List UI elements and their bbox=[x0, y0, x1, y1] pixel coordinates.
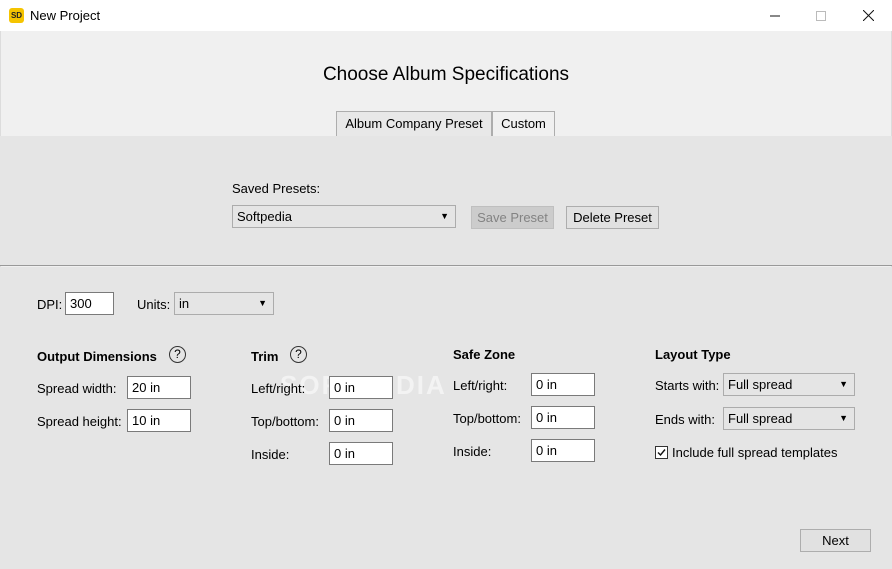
trim-left-right-label: Left/right: bbox=[251, 381, 306, 396]
safe-top-bottom-input[interactable]: 0 in bbox=[531, 406, 595, 429]
maximize-button[interactable] bbox=[798, 0, 844, 31]
save-preset-button[interactable]: Save Preset bbox=[471, 206, 554, 229]
close-button[interactable] bbox=[845, 0, 891, 31]
include-templates-checkbox[interactable] bbox=[655, 446, 668, 459]
tab-album-company-preset[interactable]: Album Company Preset bbox=[336, 111, 492, 136]
preset-panel bbox=[0, 136, 892, 266]
next-button[interactable]: Next bbox=[800, 529, 871, 552]
starts-with-label: Starts with: bbox=[655, 378, 720, 393]
trim-left-right-input[interactable]: 0 in bbox=[329, 376, 393, 399]
output-dimensions-title: Output Dimensions bbox=[37, 349, 157, 364]
tab-custom[interactable]: Custom bbox=[492, 111, 555, 136]
ends-with-value: Full spread bbox=[728, 411, 793, 426]
output-help-icon[interactable]: ? bbox=[169, 346, 186, 363]
saved-presets-dropdown[interactable]: Softpedia ▼ bbox=[232, 205, 456, 228]
safe-top-bottom-label: Top/bottom: bbox=[453, 411, 521, 426]
spread-width-label: Spread width: bbox=[37, 381, 117, 396]
minimize-button[interactable] bbox=[752, 0, 798, 31]
starts-with-value: Full spread bbox=[728, 377, 793, 392]
safe-left-right-input[interactable]: 0 in bbox=[531, 373, 595, 396]
safe-zone-title: Safe Zone bbox=[453, 347, 516, 362]
spread-height-input[interactable]: 10 in bbox=[127, 409, 191, 432]
units-value: in bbox=[179, 296, 190, 311]
ends-with-dropdown[interactable]: Full spread ▼ bbox=[723, 407, 855, 430]
dpi-label: DPI: bbox=[37, 297, 63, 312]
chevron-down-icon: ▼ bbox=[839, 379, 848, 389]
chevron-down-icon: ▼ bbox=[839, 413, 848, 423]
window-title: New Project bbox=[30, 8, 101, 23]
safe-left-right-label: Left/right: bbox=[453, 378, 508, 393]
starts-with-dropdown[interactable]: Full spread ▼ bbox=[723, 373, 855, 396]
safe-inside-label: Inside: bbox=[453, 444, 492, 459]
safe-inside-input[interactable]: 0 in bbox=[531, 439, 595, 462]
trim-top-bottom-input[interactable]: 0 in bbox=[329, 409, 393, 432]
dpi-input[interactable]: 300 bbox=[65, 292, 114, 315]
checkmark-icon bbox=[657, 449, 666, 457]
trim-title: Trim bbox=[251, 349, 279, 364]
minimize-icon bbox=[770, 15, 780, 16]
chevron-down-icon: ▼ bbox=[258, 298, 267, 308]
layout-type-title: Layout Type bbox=[655, 347, 731, 362]
chevron-down-icon: ▼ bbox=[440, 211, 449, 221]
include-templates-label[interactable]: Include full spread templates bbox=[672, 445, 837, 460]
units-label: Units: bbox=[137, 297, 171, 312]
trim-inside-label: Inside: bbox=[251, 447, 290, 462]
trim-inside-input[interactable]: 0 in bbox=[329, 442, 393, 465]
spread-height-label: Spread height: bbox=[37, 414, 122, 429]
trim-help-icon[interactable]: ? bbox=[290, 346, 307, 363]
units-dropdown[interactable]: in ▼ bbox=[174, 292, 274, 315]
saved-presets-value: Softpedia bbox=[237, 209, 292, 224]
saved-presets-label: Saved Presets: bbox=[232, 181, 321, 196]
spread-width-input[interactable]: 20 in bbox=[127, 376, 191, 399]
trim-top-bottom-label: Top/bottom: bbox=[251, 414, 319, 429]
app-icon: SD bbox=[9, 8, 24, 23]
maximize-icon bbox=[816, 10, 826, 21]
close-icon bbox=[862, 10, 874, 21]
ends-with-label: Ends with: bbox=[655, 412, 715, 427]
page-title: Choose Album Specifications bbox=[322, 64, 570, 85]
delete-preset-button[interactable]: Delete Preset bbox=[566, 206, 659, 229]
